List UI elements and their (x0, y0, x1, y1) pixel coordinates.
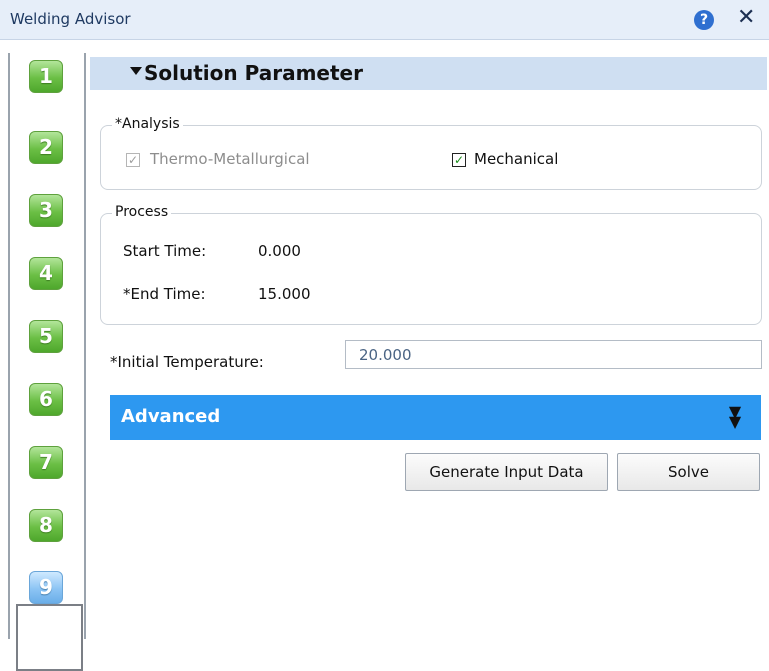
advanced-label: Advanced (121, 406, 221, 427)
double-chevron-down-icon: ▼ ▼ (728, 402, 742, 431)
section-title: Solution Parameter (144, 61, 363, 85)
close-icon[interactable]: ✕ (737, 6, 755, 30)
step-4-button[interactable]: 4 (29, 257, 63, 290)
initial-temperature-input[interactable]: 20.000 (345, 340, 762, 369)
analysis-legend: *Analysis (112, 116, 183, 132)
end-time-label: *End Time: (123, 285, 206, 303)
step-navigation: 1 2 3 4 5 6 7 8 9 (8, 53, 86, 671)
initial-temperature-label: *Initial Temperature: (110, 353, 264, 371)
window-title: Welding Advisor (10, 10, 131, 28)
process-group (100, 213, 762, 325)
collapse-arrow-icon (130, 67, 142, 75)
title-bar: Welding Advisor ? ✕ (0, 0, 769, 40)
advanced-section-toggle[interactable]: Advanced ▼ ▼ (110, 395, 761, 440)
active-step-frame (16, 604, 83, 671)
solve-button[interactable]: Solve (617, 453, 760, 491)
step-6-button[interactable]: 6 (29, 383, 63, 416)
initial-temperature-value: 20.000 (359, 346, 412, 364)
section-header[interactable]: Solution Parameter (90, 57, 767, 90)
start-time-label: Start Time: (123, 242, 207, 260)
step-1-button[interactable]: 1 (29, 60, 63, 93)
step-5-button[interactable]: 5 (29, 320, 63, 353)
generate-input-data-button[interactable]: Generate Input Data (405, 453, 608, 491)
step-2-button[interactable]: 2 (29, 131, 63, 164)
thermo-metallurgical-label: Thermo-Metallurgical (150, 150, 310, 168)
step-7-button[interactable]: 7 (29, 446, 63, 479)
start-time-value: 0.000 (258, 242, 301, 260)
mechanical-checkbox[interactable]: ✓ (452, 153, 466, 167)
mechanical-label: Mechanical (474, 150, 559, 168)
end-time-value: 15.000 (258, 285, 311, 303)
process-legend: Process (112, 204, 172, 220)
help-icon[interactable]: ? (694, 10, 714, 30)
step-3-button[interactable]: 3 (29, 194, 63, 227)
step-8-button[interactable]: 8 (29, 509, 63, 542)
step-9-button[interactable]: 9 (29, 571, 63, 604)
thermo-metallurgical-checkbox: ✓ (126, 153, 140, 167)
